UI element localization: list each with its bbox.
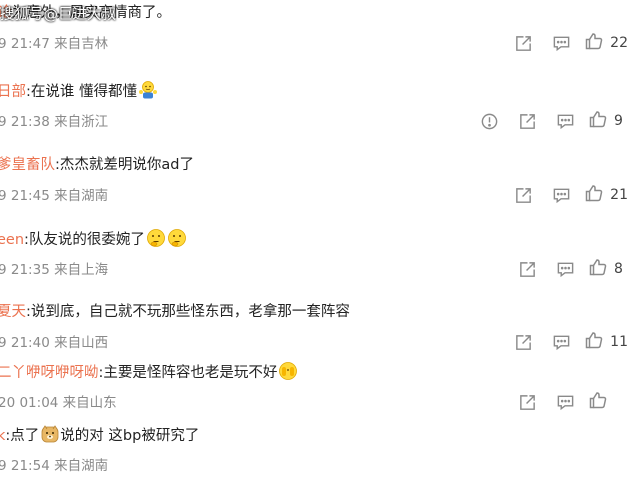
doge-emoji-icon — [40, 424, 60, 444]
comment-time: 9 21:35 — [0, 262, 50, 278]
share-icon[interactable] — [504, 329, 542, 355]
comment-body: 点了 — [10, 428, 40, 444]
comment-location: 来自上海 — [54, 262, 109, 278]
watermark: 搜狐号@巨进大叔 — [0, 7, 116, 23]
comment-body-tail: 说的对 这bp被研究了 — [60, 428, 200, 444]
like-button[interactable]: 8 — [588, 257, 628, 281]
comment-time: 9 21:38 — [0, 114, 50, 130]
peek-emoji-icon — [278, 361, 298, 381]
comment-meta: 9 21:54 来自湖南 — [0, 456, 108, 476]
share-icon[interactable] — [508, 256, 546, 282]
like-count: 22 — [610, 35, 628, 51]
comment-item: 日部:在说谁 懂得都懂 9 21:38 来自浙江 9 — [0, 78, 640, 152]
comment-body: 队友说的很委婉了 — [28, 232, 145, 248]
comment-time: 9 21:47 — [0, 36, 50, 52]
like-button[interactable]: 9 — [588, 109, 628, 133]
comment-meta: 9 21:38 来自浙江 — [0, 112, 108, 132]
reply-icon[interactable] — [542, 329, 580, 355]
comment-actions: 21 — [504, 182, 628, 208]
like-button[interactable]: 11 — [584, 330, 628, 354]
comment-actions: 22 — [504, 30, 628, 56]
comment-username[interactable]: 夏天 — [0, 304, 26, 320]
comment-location: 来自山东 — [62, 395, 117, 411]
comment-body: 在说谁 懂得都懂 — [30, 84, 137, 100]
comment-location: 来自吉林 — [54, 36, 109, 52]
comment-location: 来自湖南 — [54, 458, 109, 474]
comment-actions — [508, 389, 628, 415]
like-button[interactable]: 22 — [584, 31, 628, 55]
like-count: 21 — [610, 187, 628, 203]
thumbs-up-icon — [584, 183, 604, 207]
comment-item: een:队友说的很委婉了 9 21:35 来自上海 8 — [0, 226, 640, 300]
like-count: 11 — [610, 334, 628, 350]
comment-item: k:点了 说的对 这bp被研究了 9 21:54 来自湖南 — [0, 422, 640, 496]
comment-meta: 9 21:47 来自吉林 — [0, 34, 108, 54]
shrug-emoji-icon — [138, 80, 158, 100]
share-icon[interactable] — [508, 108, 546, 134]
comment-meta: 9 21:35 来自上海 — [0, 260, 108, 280]
thumbs-up-icon — [584, 330, 604, 354]
comment-text-line: 二丫咿呀咿呀呦:主要是怪阵容也老是玩不好 — [0, 361, 298, 384]
comment-text-line: 日部:在说谁 懂得都懂 — [0, 80, 158, 103]
share-icon[interactable] — [504, 30, 542, 56]
comment-text-line: een:队友说的很委婉了 — [0, 228, 187, 251]
thumbs-up-icon — [588, 257, 608, 281]
comment-meta: 20 01:04 来自山东 — [0, 393, 117, 413]
like-button[interactable] — [588, 390, 628, 414]
reply-icon[interactable] — [542, 30, 580, 56]
report-icon[interactable] — [470, 108, 508, 134]
thinking-emoji-icon — [146, 228, 166, 248]
comment-actions: 9 — [470, 108, 628, 134]
comment-time: 9 21:40 — [0, 335, 50, 351]
comment-text-line: 夏天:说到底，自己就不玩那些怪东西，老拿那一套阵容 — [0, 301, 350, 323]
comment-actions: 8 — [508, 256, 628, 282]
comment-text-line: 爹皇畜队:杰杰就差明说你ad了 — [0, 154, 194, 176]
comment-body: 主要是怪阵容也老是玩不好 — [103, 365, 278, 381]
thinking-emoji-icon — [167, 228, 187, 248]
comment-username[interactable]: een — [0, 232, 24, 248]
share-icon[interactable] — [504, 182, 542, 208]
thumbs-up-icon — [584, 31, 604, 55]
comment-text-line: k:点了 说的对 这bp被研究了 — [0, 424, 199, 447]
comment-location: 来自湖南 — [54, 188, 109, 204]
comment-actions: 11 — [504, 329, 628, 355]
share-icon[interactable] — [508, 389, 546, 415]
comment-time: 9 21:54 — [0, 458, 50, 474]
comment-location: 来自山西 — [54, 335, 109, 351]
comment-meta: 9 21:40 来自山西 — [0, 333, 108, 353]
reply-icon[interactable] — [546, 256, 584, 282]
comment-location: 来自浙江 — [54, 114, 109, 130]
like-count: 9 — [614, 113, 623, 129]
reply-icon[interactable] — [546, 389, 584, 415]
like-button[interactable]: 21 — [584, 183, 628, 207]
comment-username[interactable]: 爹皇畜队 — [0, 157, 55, 173]
like-count: 8 — [614, 261, 623, 277]
comment-time: 9 21:45 — [0, 188, 50, 204]
thumbs-up-icon — [588, 109, 608, 133]
comment-item: 爹皇畜队:杰杰就差明说你ad了 9 21:45 来自湖南 21 — [0, 152, 640, 226]
comment-time: 20 01:04 — [0, 395, 59, 411]
comment-body: 说到底，自己就不玩那些怪东西，老拿那一套阵容 — [30, 304, 350, 320]
comment-username[interactable]: 日部 — [0, 84, 26, 100]
comment-meta: 9 21:45 来自湖南 — [0, 186, 108, 206]
reply-icon[interactable] — [546, 108, 584, 134]
comment-username[interactable]: 二丫咿呀咿呀呦 — [0, 365, 99, 381]
reply-icon[interactable] — [542, 182, 580, 208]
thumbs-up-icon — [588, 390, 608, 414]
comment-body: 杰杰就差明说你ad了 — [59, 157, 194, 173]
